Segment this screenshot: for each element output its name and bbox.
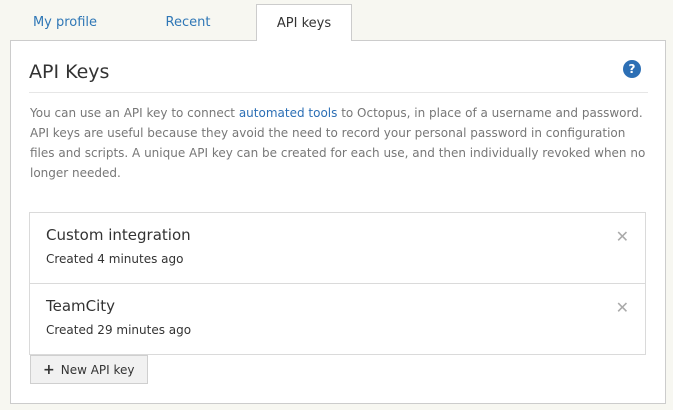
api-key-name: Custom integration	[46, 226, 191, 244]
question-icon[interactable]: ?	[623, 60, 641, 78]
remove-key-icon[interactable]: ✕	[616, 300, 629, 316]
description-text-start: You can use an API key to connect	[30, 106, 239, 120]
new-api-key-button[interactable]: + New API key	[30, 355, 148, 384]
api-key-item: TeamCity Created 29 minutes ago ✕	[30, 284, 645, 355]
tab-my-profile[interactable]: My profile	[32, 4, 98, 41]
panel-title: API Keys	[29, 61, 110, 83]
api-key-name: TeamCity	[46, 297, 116, 315]
api-key-item: Custom integration Created 4 minutes ago…	[30, 213, 645, 284]
new-api-key-label: New API key	[60, 362, 135, 377]
tab-api-keys[interactable]: API keys	[256, 4, 352, 41]
api-keys-panel: API Keys ? You can use an API key to con…	[10, 40, 666, 404]
api-keys-description: You can use an API key to connect automa…	[30, 103, 648, 183]
tab-bar: My profile Recent activity API keys	[10, 4, 670, 67]
tab-recent-activity[interactable]: Recent activity	[144, 4, 232, 67]
title-divider	[29, 92, 648, 93]
api-key-created: Created 29 minutes ago	[46, 323, 192, 337]
api-key-list: Custom integration Created 4 minutes ago…	[29, 212, 646, 355]
automated-tools-link[interactable]: automated tools	[239, 106, 338, 120]
plus-icon: +	[43, 361, 55, 378]
remove-key-icon[interactable]: ✕	[616, 229, 629, 245]
api-key-created: Created 4 minutes ago	[46, 252, 184, 266]
